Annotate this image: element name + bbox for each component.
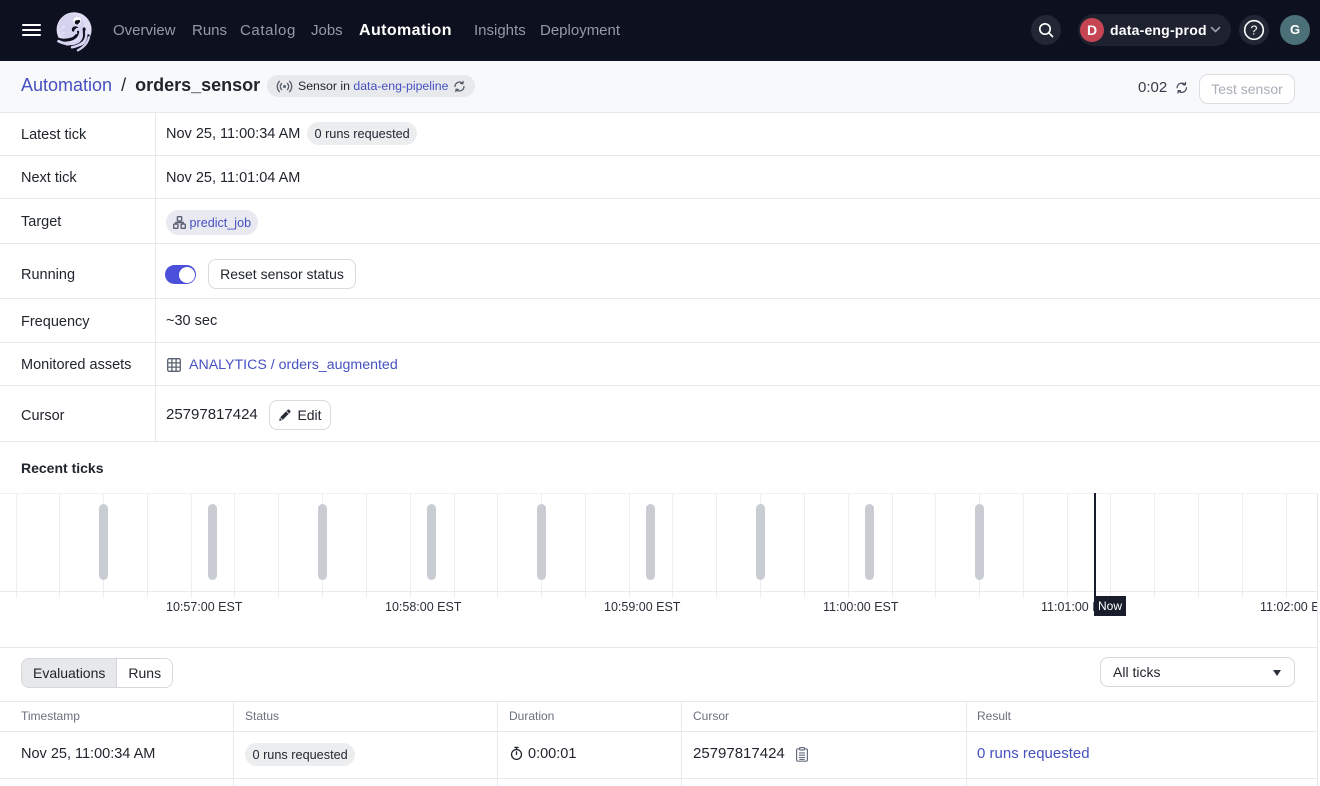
- svg-text:?: ?: [1251, 23, 1258, 37]
